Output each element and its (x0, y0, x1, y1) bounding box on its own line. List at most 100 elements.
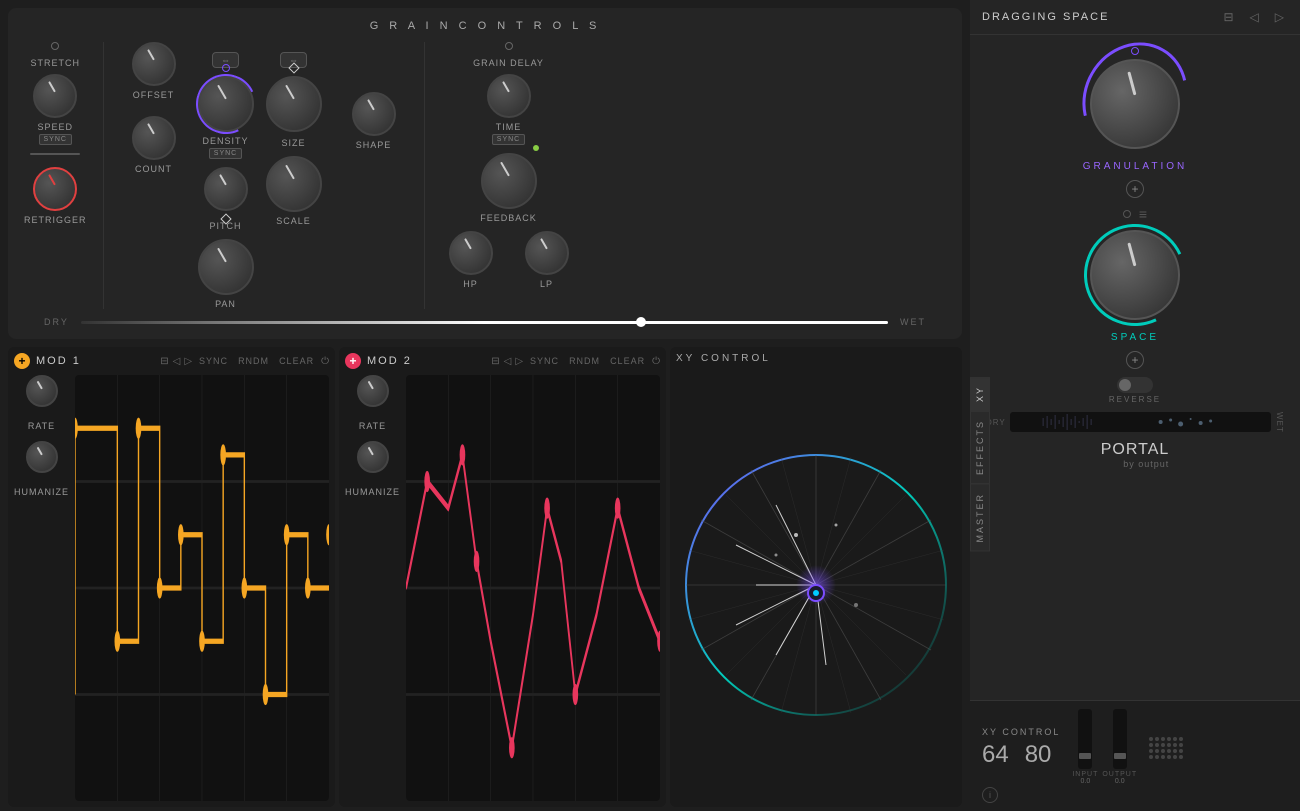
stretch-group: STRETCH (25, 42, 85, 68)
retrigger-knob[interactable] (33, 167, 77, 211)
speed-label: SPEED (37, 122, 73, 132)
output-fader[interactable] (1113, 709, 1127, 769)
next-preset-icon[interactable]: ▷ (1271, 8, 1288, 26)
feedback-knob[interactable] (481, 153, 537, 209)
mod2-power-icon[interactable]: ⏻ (652, 356, 660, 367)
mod1-rate-knob[interactable] (26, 375, 58, 407)
density-knob[interactable] (198, 76, 254, 132)
input-fader-thumb (1079, 753, 1091, 759)
mod2-rndm-btn[interactable]: RNDM (566, 355, 603, 367)
stretch-power-icon[interactable] (51, 42, 59, 50)
mod1-waveform[interactable] (75, 375, 329, 801)
dot (1161, 755, 1165, 759)
tab-master[interactable]: MASTER (970, 484, 990, 552)
mod1-rndm-btn[interactable]: RNDM (235, 355, 272, 367)
dry-wet-slider[interactable] (81, 321, 888, 324)
offset-knob[interactable] (132, 42, 176, 86)
dot (1167, 755, 1171, 759)
time-knob[interactable] (487, 74, 531, 118)
info-icon[interactable]: i (982, 787, 998, 803)
dry-wet-bar-horizontal[interactable] (1010, 412, 1271, 432)
save-preset-icon[interactable]: ⊟ (1219, 8, 1237, 26)
lp-knob[interactable] (525, 231, 569, 275)
xy-control-title: XY CONTROL (676, 353, 956, 364)
tab-xy[interactable]: XY (970, 377, 990, 411)
right-panel: DRAGGING SPACE ⊟ ◁ ▷ GRANULATION + ≡ SPA… (970, 0, 1300, 811)
mod2-next-icon[interactable]: ▷ (515, 356, 523, 367)
space-section (1090, 230, 1180, 320)
mod1-header: + MOD 1 ⊟ ◁ ▷ SYNC RNDM CLEAR ⏻ (14, 353, 329, 369)
dot (1155, 737, 1159, 741)
mod2-humanize-label: HUMANIZE (345, 487, 400, 497)
stretch-slider[interactable] (30, 153, 80, 155)
speed-knob[interactable] (33, 74, 77, 118)
xy-circle-container[interactable] (676, 368, 956, 801)
mod2-rate-knob[interactable] (357, 375, 389, 407)
dot (1149, 749, 1153, 753)
pitch-knob[interactable] (204, 167, 248, 211)
shape-knob[interactable] (352, 92, 396, 136)
mod-bottom-section: + MOD 1 ⊟ ◁ ▷ SYNC RNDM CLEAR ⏻ RATE HU (0, 343, 970, 811)
scale-knob[interactable] (266, 156, 322, 212)
space-add-button[interactable]: + (1126, 351, 1144, 369)
right-wet-label: WET (1275, 412, 1284, 433)
mod2-save-icon[interactable]: ⊟ (491, 356, 499, 367)
portal-logo: PORTALby output (1101, 441, 1170, 469)
mod2-header: + MOD 2 ⊟ ◁ ▷ SYNC RNDM CLEAR ⏻ (345, 353, 660, 369)
mod1-humanize-label: HUMANIZE (14, 487, 69, 497)
density-dot (222, 64, 230, 72)
space-knob[interactable] (1090, 230, 1180, 320)
grain-delay-power-icon[interactable] (505, 42, 513, 50)
count-knob[interactable] (132, 116, 176, 160)
right-panel-content: GRANULATION + ≡ SPACE + REVERSE DRY (970, 35, 1300, 700)
eq-controls-row: ≡ (1123, 206, 1147, 222)
granulation-knob[interactable] (1090, 59, 1180, 149)
prev-preset-icon[interactable]: ◁ (1246, 8, 1263, 26)
density-label: DENSITY (203, 136, 249, 146)
dot (1179, 737, 1183, 741)
pan-knob[interactable] (198, 239, 254, 295)
mod1-humanize-knob[interactable] (26, 441, 58, 473)
xy-control-bottom-label: XY CONTROL (982, 727, 1060, 737)
dot (1161, 737, 1165, 741)
mod2-add-button[interactable]: + (345, 353, 361, 369)
slider-thumb (636, 317, 646, 327)
mod2-sync-btn[interactable]: SYNC (527, 355, 562, 367)
grain-delay-label: GRAIN DELAY (473, 58, 544, 68)
mod1-add-button[interactable]: + (14, 353, 30, 369)
mod2-humanize-knob[interactable] (357, 441, 389, 473)
mod2-prev-icon[interactable]: ◁ (504, 356, 512, 367)
speed-sync-badge[interactable]: SYNC (39, 134, 72, 145)
mod1-prev-icon[interactable]: ◁ (173, 356, 181, 367)
mod1-sync-btn[interactable]: SYNC (196, 355, 231, 367)
density-sync-badge[interactable]: SYNC (209, 148, 242, 159)
mod1-clear-btn[interactable]: CLEAR (276, 355, 317, 367)
mod1-knobs: RATE HUMANIZE (14, 375, 69, 801)
dry-label: DRY (44, 317, 69, 327)
offset-label: OFFSET (133, 90, 175, 100)
mod2-waveform[interactable] (406, 375, 660, 801)
separator-1 (103, 42, 104, 309)
input-fader[interactable] (1078, 709, 1092, 769)
separator-2 (424, 42, 425, 309)
dot (1167, 737, 1171, 741)
mod1-save-icon[interactable]: ⊟ (160, 356, 168, 367)
dot (1149, 737, 1153, 741)
mod1-section: + MOD 1 ⊟ ◁ ▷ SYNC RNDM CLEAR ⏻ RATE HU (8, 347, 335, 807)
fader-group: INPUT 0.0 OUTPUT 0.0 (1072, 709, 1137, 787)
mod1-next-icon[interactable]: ▷ (184, 356, 192, 367)
dot (1173, 743, 1177, 747)
dry-wet-row: DRY WET (24, 317, 946, 327)
filter-icon[interactable]: ≡ (1139, 206, 1147, 222)
hp-knob[interactable] (449, 231, 493, 275)
time-sync-badge[interactable]: SYNC (492, 134, 525, 145)
size-knob[interactable] (266, 76, 322, 132)
tab-effects[interactable]: EFFECTS (970, 411, 990, 484)
mod1-power-icon[interactable]: ⏻ (321, 356, 329, 367)
granulation-top-dot (1131, 47, 1139, 55)
granulation-add-button[interactable]: + (1126, 180, 1144, 198)
reverse-toggle[interactable] (1117, 377, 1153, 393)
mod2-clear-btn[interactable]: CLEAR (607, 355, 648, 367)
count-label: COUNT (135, 164, 172, 174)
output-fader-thumb (1114, 753, 1126, 759)
